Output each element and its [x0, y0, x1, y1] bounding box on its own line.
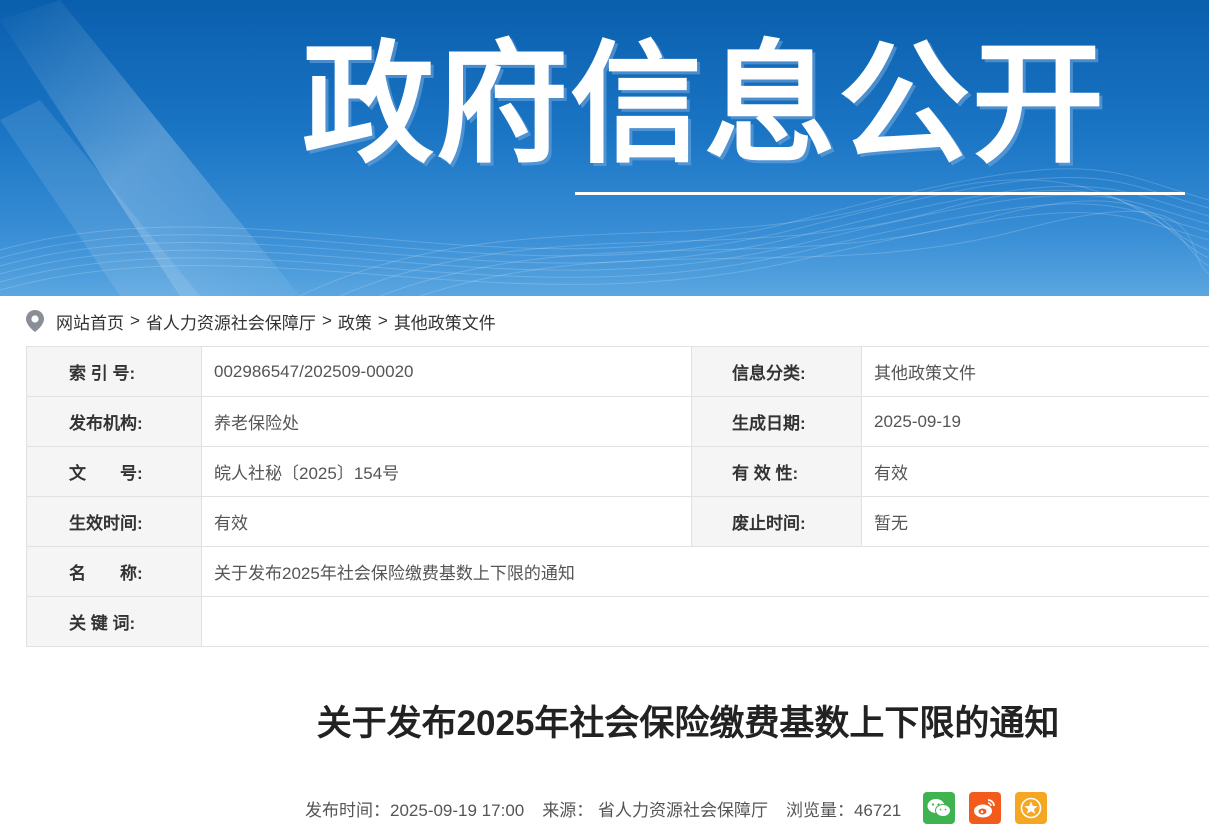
publish-time: 发布时间：2025-09-19 17:00 — [305, 800, 525, 820]
table-row: 索 引 号: 002986547/202509-00020 信息分类: 其他政策… — [26, 346, 1209, 397]
expiry-time-label: 废止时间: — [691, 496, 862, 547]
table-row: 名 称: 关于发布2025年社会保险缴费基数上下限的通知 — [26, 546, 1209, 597]
name-label: 名 称: — [26, 546, 202, 597]
document-number-value: 皖人社秘〔2025〕154号 — [201, 446, 692, 497]
breadcrumb-policy[interactable]: 政策 — [338, 309, 372, 334]
document-meta-table: 索 引 号: 002986547/202509-00020 信息分类: 其他政策… — [26, 346, 1209, 647]
name-value: 关于发布2025年社会保险缴费基数上下限的通知 — [201, 546, 1209, 597]
validity-value: 有效 — [861, 446, 1209, 497]
share-wechat-button[interactable] — [923, 792, 956, 824]
table-row: 生效时间: 有效 废止时间: 暂无 — [26, 496, 1209, 547]
wechat-icon — [927, 799, 952, 817]
table-row: 文 号: 皖人社秘〔2025〕154号 有 效 性: 有效 — [26, 446, 1209, 497]
breadcrumb-separator: > — [130, 311, 140, 330]
index-label: 索 引 号: — [26, 346, 202, 397]
category-value: 其他政策文件 — [861, 346, 1209, 397]
favorite-button[interactable] — [1015, 792, 1048, 824]
table-row: 关 键 词: — [26, 596, 1209, 647]
index-value: 002986547/202509-00020 — [201, 346, 692, 397]
article-meta: 发布时间：2025-09-19 17:00 来源： 省人力资源社会保障厅 浏览量… — [305, 792, 1061, 824]
breadcrumb-home[interactable]: 网站首页 — [56, 309, 124, 334]
banner: 政府信息公开 — [0, 0, 1209, 296]
article-title: 关于发布2025年社会保险缴费基数上下限的通知 — [316, 704, 1060, 743]
breadcrumb-other-policy-files[interactable]: 其他政策文件 — [394, 309, 496, 334]
expiry-time-value: 暂无 — [861, 496, 1209, 547]
effective-time-label: 生效时间: — [26, 496, 202, 547]
category-label: 信息分类: — [691, 346, 862, 397]
date-value: 2025-09-19 — [861, 396, 1209, 447]
favorite-icon — [1020, 797, 1042, 819]
publisher-label: 发布机构: — [26, 396, 202, 447]
table-row: 发布机构: 养老保险处 生成日期: 2025-09-19 — [26, 396, 1209, 447]
validity-label: 有 效 性: — [691, 446, 862, 497]
breadcrumb: 网站首页 > 省人力资源社会保障厅 > 政策 > 其他政策文件 — [26, 308, 496, 334]
banner-title: 政府信息公开 — [302, 28, 1106, 182]
share-buttons — [923, 792, 1061, 824]
effective-time-value: 有效 — [201, 496, 692, 547]
location-pin-icon — [26, 310, 44, 332]
document-number-label: 文 号: — [26, 446, 202, 497]
banner-underline — [575, 192, 1185, 195]
weibo-icon — [974, 799, 996, 818]
share-weibo-button[interactable] — [969, 792, 1002, 824]
breadcrumb-department[interactable]: 省人力资源社会保障厅 — [146, 309, 316, 334]
breadcrumb-separator: > — [377, 311, 388, 330]
publisher-value: 养老保险处 — [201, 396, 692, 447]
date-label: 生成日期: — [691, 396, 862, 447]
source: 来源： 省人力资源社会保障厅 — [542, 800, 768, 820]
breadcrumb-separator: > — [321, 311, 332, 330]
keywords-value — [201, 596, 1209, 647]
keywords-label: 关 键 词: — [26, 596, 202, 647]
view-count: 浏览量：46721 — [785, 800, 902, 820]
